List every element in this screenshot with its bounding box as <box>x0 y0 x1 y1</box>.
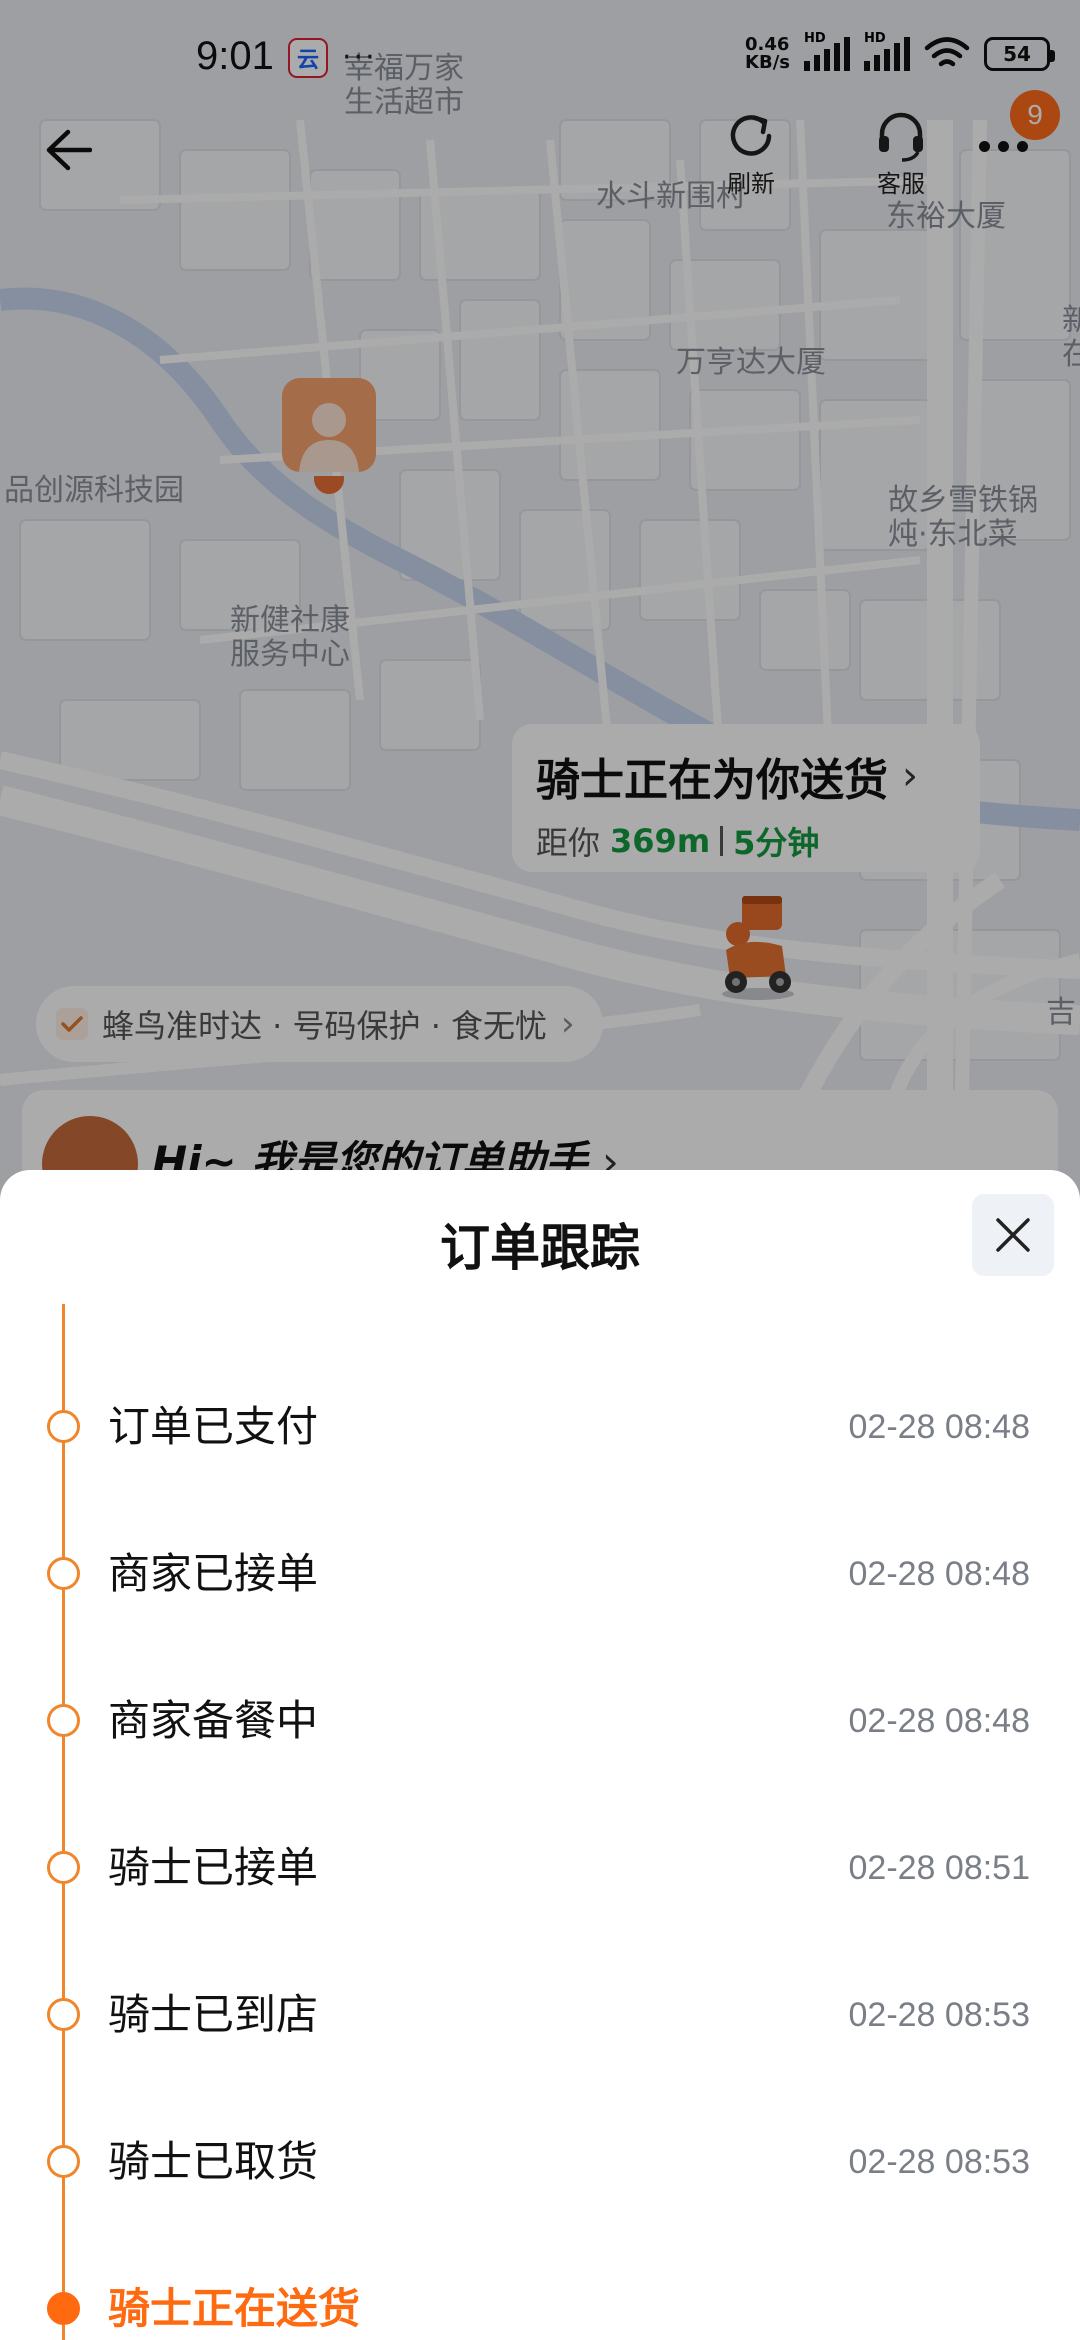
distance-prefix: 距你 <box>536 824 601 862</box>
wifi-icon <box>924 37 970 67</box>
service-guarantee-chip[interactable]: 蜂鸟准时达 · 号码保护 · 食无忧 › <box>36 986 603 1062</box>
map-label: 东裕大厦 <box>886 199 1006 234</box>
timeline-step: 骑士已接单 02-28 08:51 <box>0 1839 1080 1899</box>
close-icon <box>996 1218 1030 1252</box>
step-time: 02-28 08:48 <box>848 1555 1031 1593</box>
sheet-title: 订单跟踪 <box>440 1219 640 1277</box>
map-label: 新健社康 服务中心 <box>230 603 350 672</box>
order-tracking-sheet: 订单跟踪 订单已支付 02-28 08:48 商家已接单 02-28 08:48… <box>0 1170 1080 2340</box>
check-icon <box>56 1008 88 1040</box>
close-button[interactable] <box>972 1194 1054 1276</box>
network-speed: 0.46 KB/s <box>745 34 790 73</box>
timeline-step: 骑士已到店 02-28 08:53 <box>0 1986 1080 2046</box>
timeline-step: 商家备餐中 02-28 08:48 <box>0 1692 1080 1752</box>
divider <box>720 826 724 856</box>
status-indicators: 0.46 KB/s HD HD 54 <box>745 31 1055 73</box>
status-bar: 9:01 云 ··· 0.46 KB/s HD HD 54 <box>0 0 1080 110</box>
chevron-right-icon: › <box>902 753 918 799</box>
back-button[interactable] <box>38 120 98 180</box>
timeline-step: 订单已支付 02-28 08:48 <box>0 1398 1080 1458</box>
step-label: 商家已接单 <box>108 1549 319 1598</box>
signal-icon: HD <box>864 31 910 71</box>
delivery-status-title: 骑士正在为你送货 <box>536 755 888 806</box>
step-label: 骑士已到店 <box>108 1990 319 2039</box>
app-notification-icon: 云 <box>288 38 328 78</box>
step-label-current: 骑士正在送货 <box>108 2284 361 2333</box>
status-time: 9:01 <box>196 34 274 78</box>
refresh-button[interactable]: 刷新 <box>696 110 806 199</box>
step-label: 订单已支付 <box>108 1402 319 1451</box>
step-time: 02-28 08:48 <box>848 1408 1031 1446</box>
customer-service-button[interactable]: 客服 <box>846 110 956 199</box>
map-label: 品创源科技园 <box>4 473 184 508</box>
timeline-step-current: 骑士正在送货 <box>0 2280 1080 2340</box>
notification-badge: 9 <box>1010 90 1060 140</box>
step-time: 02-28 08:51 <box>848 1849 1031 1887</box>
rider-scooter-icon[interactable] <box>708 890 804 1002</box>
headset-icon <box>879 112 923 162</box>
step-label: 骑士已取货 <box>108 2137 319 2186</box>
customer-service-label: 客服 <box>877 170 925 198</box>
delivery-status-bubble[interactable]: 骑士正在为你送货 › 距你 369m 5分钟 <box>512 724 980 872</box>
more-notifications-icon: ··· <box>342 40 377 75</box>
rider-eta: 5分钟 <box>733 824 820 862</box>
timeline-dot <box>47 1998 80 2031</box>
chevron-right-icon: › <box>561 1004 575 1044</box>
step-label: 骑士已接单 <box>108 1843 319 1892</box>
step-time: 02-28 08:48 <box>848 1702 1031 1740</box>
timeline-dot <box>47 1704 80 1737</box>
refresh-label: 刷新 <box>727 170 775 198</box>
timeline-dot <box>47 2145 80 2178</box>
timeline-step: 商家已接单 02-28 08:48 <box>0 1545 1080 1605</box>
step-time: 02-28 08:53 <box>848 2143 1031 2181</box>
signal-icon: HD <box>804 31 850 71</box>
battery-icon: 54 <box>984 37 1055 71</box>
user-avatar-icon <box>299 403 359 472</box>
step-time: 02-28 08:53 <box>848 1996 1031 2034</box>
timeline-step: 骑士已取货 02-28 08:53 <box>0 2133 1080 2193</box>
map-label: 新 在 <box>1062 303 1080 372</box>
map-label: 故乡雪铁锅 炖·东北菜 <box>888 483 1038 552</box>
guarantee-text: 蜂鸟准时达 · 号码保护 · 食无忧 <box>102 1007 548 1045</box>
dot-icon <box>1016 140 1028 152</box>
dot-icon <box>997 140 1009 152</box>
timeline-dot <box>47 1851 80 1884</box>
back-arrow-icon <box>46 129 92 171</box>
timeline-dot <box>47 1410 80 1443</box>
map-label: 万亨达大厦 <box>676 345 826 380</box>
rider-distance: 369m <box>610 822 711 860</box>
timeline-dot <box>47 1557 80 1590</box>
step-label: 商家备餐中 <box>108 1696 319 1745</box>
timeline-dot-active <box>47 2292 80 2325</box>
customer-location-pin[interactable] <box>282 378 376 472</box>
map-label: 吉 <box>1046 995 1076 1030</box>
refresh-icon <box>730 115 772 156</box>
dot-icon <box>978 140 990 152</box>
